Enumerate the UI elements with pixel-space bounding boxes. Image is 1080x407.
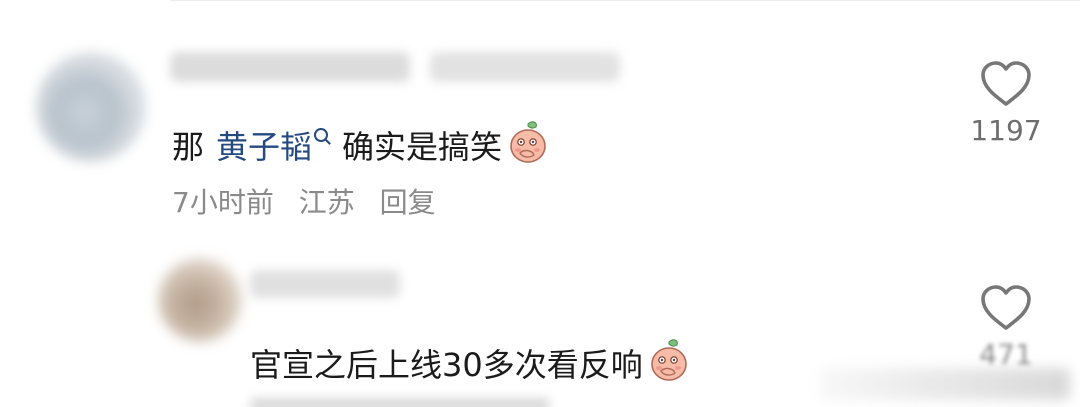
peach-emoji-icon	[508, 120, 548, 164]
comment-meta: 7小时前 江苏 回复	[172, 185, 452, 221]
avatar[interactable]	[158, 258, 242, 342]
mention-name[interactable]: 黄子韬	[216, 128, 312, 166]
username-blurred[interactable]	[250, 270, 400, 298]
comment-text-after: 确实是搞笑	[342, 128, 503, 166]
peach-emoji-icon	[649, 338, 689, 382]
username-blurred-secondary	[430, 52, 620, 82]
next-comment-blurred	[250, 398, 550, 407]
divider	[170, 0, 1080, 1]
comment-section: 那黄子韬 确实是搞笑 7小时前 江苏 回复 1197 官宣之后上线30多次看反响…	[0, 0, 1080, 407]
comment-location: 江苏	[298, 186, 355, 219]
reply-button[interactable]: 回复	[380, 186, 436, 219]
heart-outline-icon[interactable]	[979, 284, 1033, 332]
like-count: 471	[979, 338, 1033, 371]
comment-text-before: 那	[172, 128, 205, 166]
comment-text-content: 官宣之后上线30多次看反响	[250, 346, 643, 384]
watermark	[820, 368, 1070, 400]
heart-outline-icon[interactable]	[979, 60, 1033, 108]
mention-link[interactable]: 黄子韬	[216, 128, 334, 166]
like-group: 1197	[966, 60, 1046, 148]
like-group: 471	[966, 284, 1046, 372]
username-blurred[interactable]	[170, 52, 410, 82]
comment-time: 7小时前	[172, 186, 274, 219]
comment-text: 那黄子韬 确实是搞笑	[172, 120, 548, 167]
search-icon	[314, 128, 329, 142]
like-count: 1197	[970, 114, 1042, 147]
avatar[interactable]	[36, 52, 146, 162]
comment-text: 官宣之后上线30多次看反响	[250, 338, 689, 385]
